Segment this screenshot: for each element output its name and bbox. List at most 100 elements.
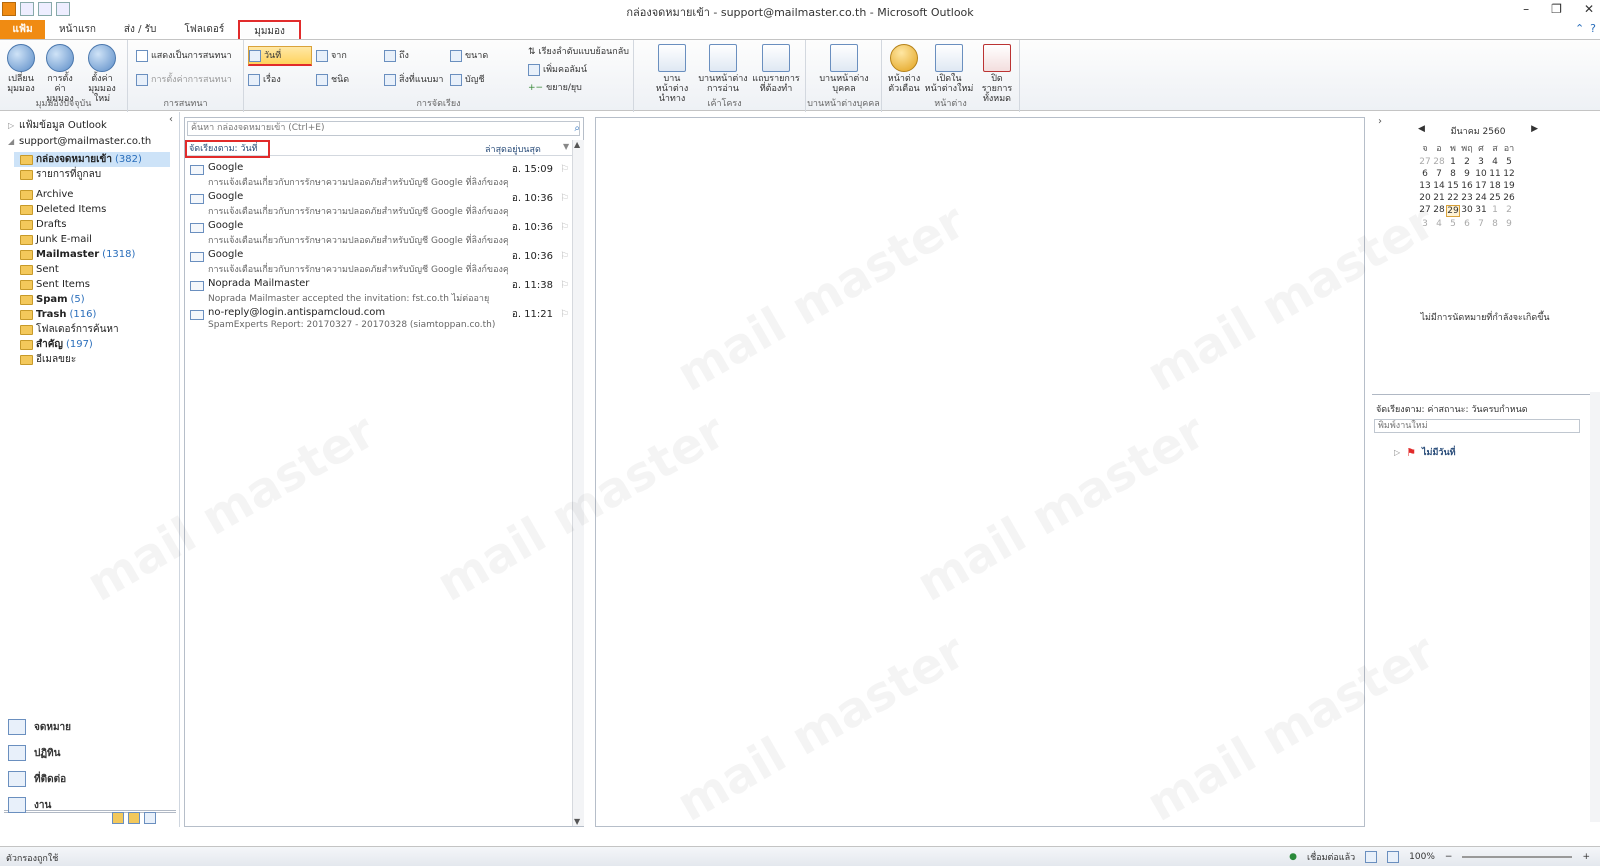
calendar-day[interactable]: 12 — [1502, 169, 1516, 179]
calendar-day[interactable]: 18 — [1488, 181, 1502, 191]
tab-file[interactable]: แฟ้ม — [0, 20, 45, 39]
close-button[interactable]: ✕ — [1584, 2, 1594, 16]
calendar-day[interactable]: 27 — [1418, 157, 1432, 167]
reminders-window-button[interactable]: หน้าต่าง ตัวเตือน — [884, 44, 924, 94]
message-item[interactable]: Google อ. 10:36 การแจ้งเตือนเกี่ยวกับการรั… — [188, 249, 573, 278]
message-item[interactable]: Google อ. 15:09 การแจ้งเตือนเกี่ยวกับการรั… — [188, 162, 573, 191]
shortcuts-icon[interactable] — [144, 812, 156, 824]
calendar-day[interactable]: 10 — [1474, 169, 1488, 179]
search-icon[interactable]: ⌕ — [574, 123, 580, 134]
calendar-day[interactable]: 26 — [1502, 193, 1516, 203]
restore-button[interactable]: ❐ — [1551, 2, 1562, 16]
calendar-day[interactable]: 9 — [1460, 169, 1474, 179]
change-view-button[interactable]: เปลี่ยน มุมมอง — [3, 44, 39, 94]
calendar-day[interactable]: 5 — [1502, 157, 1516, 167]
calendar-day[interactable]: 15 — [1446, 181, 1460, 191]
message-item[interactable]: Noprada Mailmaster อ. 11:38 Noprada Mailma… — [188, 278, 573, 307]
view-settings-button[interactable]: การตั้งค่า มุมมอง — [42, 44, 78, 104]
close-all-items-button[interactable]: ปิดรายการ ทั้งหมด — [976, 44, 1018, 104]
calendar-day[interactable]: 7 — [1432, 169, 1446, 179]
calendar-day[interactable]: 6 — [1460, 219, 1474, 229]
calendar-day[interactable]: 16 — [1460, 181, 1474, 191]
arrange-attachments-button[interactable]: สิ่งที่แนบมา — [384, 72, 443, 88]
zoom-level[interactable]: 100% — [1409, 852, 1435, 862]
sort-dropdown-icon[interactable]: ▼ — [563, 142, 569, 151]
flag-icon[interactable]: ⚐ — [560, 309, 569, 320]
message-item[interactable]: Google อ. 10:36 การแจ้งเตือนเกี่ยวกับการรั… — [188, 220, 573, 249]
search-input[interactable]: ค้นหา กล่องจดหมายเข้า (Ctrl+E) — [187, 121, 580, 136]
scroll-down-icon[interactable]: ▼ — [574, 817, 580, 826]
arranged-by-date[interactable]: จัดเรียงตาม: วันที่ — [185, 140, 270, 158]
minimize-ribbon-icon[interactable]: ⌃ — [1575, 22, 1584, 35]
calendar-day[interactable]: 3 — [1418, 219, 1432, 229]
flag-icon[interactable]: ⚐ — [560, 222, 569, 233]
calendar-day[interactable]: 4 — [1432, 219, 1446, 229]
flag-icon[interactable]: ⚐ — [560, 280, 569, 291]
zoom-slider[interactable] — [1462, 856, 1573, 858]
open-new-window-button[interactable]: เปิดใน หน้าต่างใหม่ — [924, 44, 974, 94]
flag-icon[interactable]: ⚐ — [560, 251, 569, 262]
calendar-day[interactable]: 2 — [1502, 205, 1516, 217]
folder-item[interactable]: อีเมลขยะ — [20, 352, 176, 367]
arrange-type-button[interactable]: ชนิด — [316, 72, 349, 88]
help-icon[interactable]: ? — [1590, 22, 1596, 35]
calendar-day[interactable]: 28 — [1432, 157, 1446, 167]
task-arranged-by[interactable]: จัดเรียงตาม: ค่าสถานะ: วันครบกำหนด — [1376, 402, 1528, 416]
arrange-account-button[interactable]: บัญชี — [450, 72, 485, 88]
expand-todo-icon[interactable]: › — [1378, 116, 1382, 127]
folder-item[interactable]: Archive — [20, 187, 176, 202]
calendar-day[interactable]: 20 — [1418, 193, 1432, 203]
calendar-day[interactable]: 1 — [1488, 205, 1502, 217]
calendar-day[interactable]: 27 — [1418, 205, 1432, 217]
tab-folder[interactable]: โฟลเดอร์ — [170, 20, 238, 39]
folder-item[interactable]: Trash (116) — [20, 307, 176, 322]
calendar-day[interactable]: 31 — [1474, 205, 1488, 217]
arrange-subject-button[interactable]: เรื่อง — [248, 72, 281, 88]
arrange-to-button[interactable]: ถึง — [384, 48, 409, 64]
arrange-date-button[interactable]: วันที่ — [248, 46, 312, 66]
folder-list-icon[interactable] — [128, 812, 140, 824]
folder-item[interactable]: Drafts — [20, 217, 176, 232]
calendar-day[interactable]: 14 — [1432, 181, 1446, 191]
reverse-sort-button[interactable]: ⇅ เรียงลำดับแบบย้อนกลับ — [528, 44, 629, 60]
message-item[interactable]: no-reply@login.antispamcloud.com อ. 11:21… — [188, 307, 573, 336]
folder-item[interactable]: Deleted Items — [20, 202, 176, 217]
notes-icon[interactable] — [112, 812, 124, 824]
calendar-day[interactable]: 13 — [1418, 181, 1432, 191]
calendar-day[interactable]: 1 — [1446, 157, 1460, 167]
zoom-in-icon[interactable]: + — [1582, 852, 1590, 862]
calendar-day[interactable]: 21 — [1432, 193, 1446, 203]
folder-item[interactable]: โฟลเดอร์การค้นหา — [20, 322, 176, 337]
message-item[interactable]: Google อ. 10:36 การแจ้งเตือนเกี่ยวกับการรั… — [188, 191, 573, 220]
reset-view-button[interactable]: ตั้งค่า มุมมองใหม่ — [84, 44, 120, 104]
prev-month-icon[interactable]: ◀ — [1418, 124, 1425, 138]
calendar-day[interactable]: 5 — [1446, 219, 1460, 229]
reading-view-icon[interactable] — [1387, 851, 1400, 863]
expand-collapse-button[interactable]: +− ขยาย/ยุบ — [528, 80, 582, 96]
folder-item[interactable]: Spam (5) — [20, 292, 176, 307]
folder-item[interactable]: Sent Items — [20, 277, 176, 292]
nav-tasks[interactable]: งาน — [8, 794, 51, 816]
nav-contacts[interactable]: ที่ติดต่อ — [8, 768, 66, 790]
calendar-day[interactable]: 30 — [1460, 205, 1474, 217]
sort-order[interactable]: ล่าสุดอยู่บนสุด — [485, 142, 541, 156]
zoom-out-icon[interactable]: − — [1445, 852, 1453, 862]
tab-home[interactable]: หน้าแรก — [45, 20, 110, 39]
collapse-pane-icon[interactable]: ‹ — [169, 114, 173, 125]
folder-account[interactable]: ◢ support@mailmaster.co.th — [8, 134, 151, 149]
arrange-size-button[interactable]: ขนาด — [450, 48, 488, 64]
tab-view[interactable]: มุมมอง — [238, 20, 301, 39]
folder-item[interactable]: รายการที่ถูกลบ — [20, 167, 176, 182]
calendar-day[interactable]: 25 — [1488, 193, 1502, 203]
calendar-day[interactable]: 8 — [1488, 219, 1502, 229]
next-month-icon[interactable]: ▶ — [1531, 124, 1538, 138]
people-pane-button[interactable]: บานหน้าต่าง บุคคล — [818, 44, 870, 94]
todo-splitter[interactable] — [1372, 394, 1594, 397]
folder-pane-button[interactable]: บานหน้าต่าง นำทาง — [648, 44, 696, 104]
folder-item[interactable]: สำคัญ (197) — [20, 337, 176, 352]
todo-scrollbar[interactable] — [1590, 392, 1600, 822]
folder-item[interactable]: Junk E-mail — [20, 232, 176, 247]
show-as-conversations-checkbox[interactable]: แสดงเป็นการสนทนา — [136, 48, 232, 64]
folder-outlook-data-file[interactable]: ▷ แฟ้มข้อมูล Outlook — [8, 118, 107, 133]
calendar-day[interactable]: 9 — [1502, 219, 1516, 229]
